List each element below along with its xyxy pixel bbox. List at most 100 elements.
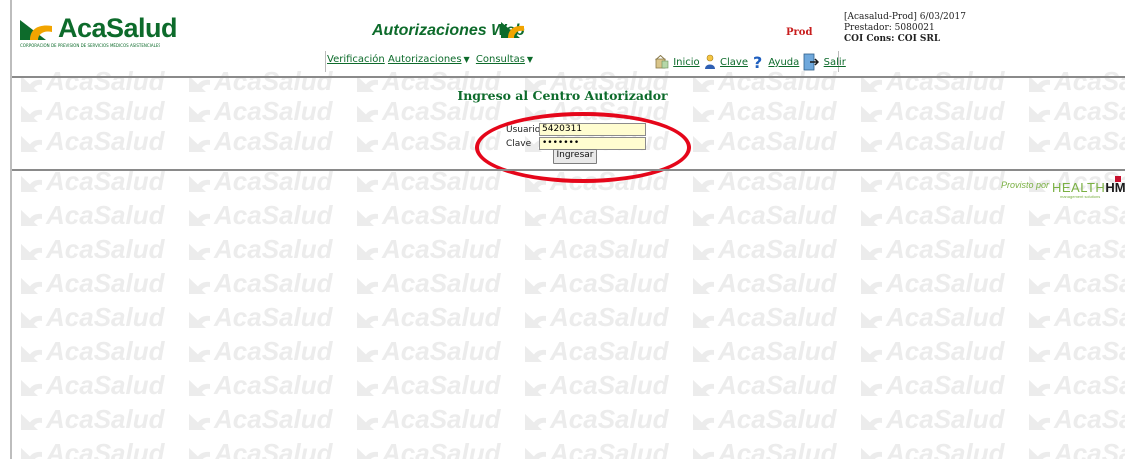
watermark-tile: AcaSalud bbox=[524, 302, 669, 333]
vendor-hms: HMS bbox=[1105, 180, 1125, 195]
watermark-logo-icon bbox=[357, 278, 378, 294]
watermark-tile: AcaSalud bbox=[20, 126, 165, 157]
watermark-tile: AcaSalud bbox=[188, 302, 333, 333]
session-info: [Acasalud-Prod] 6/03/2017 Prestador: 508… bbox=[844, 12, 966, 45]
watermark-logo-icon bbox=[189, 380, 210, 396]
app-title-logo-icon bbox=[501, 22, 524, 38]
watermark-logo-icon bbox=[861, 380, 882, 396]
caret-down-icon[interactable]: ▼ bbox=[464, 55, 470, 64]
watermark-logo-icon bbox=[1029, 380, 1050, 396]
watermark-text: AcaSalud bbox=[886, 234, 1005, 264]
watermark-tile: AcaSalud bbox=[692, 302, 837, 333]
watermark-logo-icon bbox=[21, 244, 42, 260]
watermark-logo-icon bbox=[189, 346, 210, 362]
watermark-tile: AcaSalud bbox=[356, 336, 501, 367]
watermark-logo-icon bbox=[1029, 448, 1050, 459]
watermark-text: AcaSalud bbox=[550, 404, 669, 434]
watermark-logo-icon bbox=[1029, 346, 1050, 362]
watermark-text: AcaSalud bbox=[886, 200, 1005, 230]
watermark-tile: AcaSalud bbox=[692, 370, 837, 401]
watermark-logo-icon bbox=[693, 346, 714, 362]
watermark-logo-icon bbox=[21, 312, 42, 328]
watermark-tile: AcaSalud bbox=[692, 234, 837, 265]
watermark-tile: AcaSalud bbox=[524, 370, 669, 401]
user-key-icon[interactable] bbox=[704, 54, 716, 70]
watermark-tile: AcaSalud bbox=[356, 268, 501, 299]
menu-consultas[interactable]: Consultas bbox=[476, 54, 525, 65]
watermark-text: AcaSalud bbox=[46, 302, 165, 332]
watermark-logo-icon bbox=[357, 448, 378, 459]
menu-inicio[interactable]: Inicio bbox=[673, 57, 699, 68]
watermark-text: AcaSalud bbox=[718, 234, 837, 264]
watermark-tile: AcaSalud bbox=[692, 200, 837, 231]
watermark-text: AcaSalud bbox=[550, 200, 669, 230]
watermark-text: AcaSalud bbox=[46, 126, 165, 156]
watermark-tile: AcaSalud bbox=[356, 438, 501, 459]
watermark-tile: AcaSalud bbox=[860, 370, 1005, 401]
watermark-logo-icon bbox=[693, 380, 714, 396]
watermark-logo-icon bbox=[861, 414, 882, 430]
watermark-tile: AcaSalud bbox=[692, 336, 837, 367]
watermark-tile: AcaSalud bbox=[20, 370, 165, 401]
watermark-tile: AcaSalud bbox=[356, 234, 501, 265]
watermark-tile: AcaSalud bbox=[860, 336, 1005, 367]
watermark-logo-icon bbox=[861, 278, 882, 294]
watermark-logo-icon bbox=[693, 136, 714, 152]
exit-icon[interactable] bbox=[803, 53, 820, 71]
watermark-tile: AcaSalud bbox=[1028, 302, 1125, 333]
watermark-tile: AcaSalud bbox=[1028, 200, 1125, 231]
watermark-tile: AcaSalud bbox=[356, 200, 501, 231]
watermark-tile: AcaSalud bbox=[20, 302, 165, 333]
watermark-logo-icon bbox=[189, 176, 210, 192]
brand-tagline: CORPORACIÓN DE PREVISIÓN DE SERVICIOS MÉ… bbox=[20, 43, 160, 48]
menu-ayuda[interactable]: Ayuda bbox=[768, 57, 799, 68]
watermark-logo-icon bbox=[861, 106, 882, 122]
watermark-logo-icon bbox=[861, 210, 882, 226]
watermark-logo-icon bbox=[357, 176, 378, 192]
watermark-logo-icon bbox=[21, 210, 42, 226]
watermark-tile: AcaSalud bbox=[20, 336, 165, 367]
watermark-logo-icon bbox=[525, 380, 546, 396]
watermark-text: AcaSalud bbox=[886, 370, 1005, 400]
watermark-text: AcaSalud bbox=[382, 404, 501, 434]
watermark-tile: AcaSalud bbox=[20, 200, 165, 231]
watermark-tile: AcaSalud bbox=[1028, 336, 1125, 367]
menu-verificacion[interactable]: Verificación bbox=[327, 54, 385, 65]
caret-down-icon[interactable]: ▼ bbox=[527, 55, 533, 64]
watermark-text: AcaSalud bbox=[382, 234, 501, 264]
menu-clave[interactable]: Clave bbox=[720, 57, 748, 68]
watermark-tile: AcaSalud bbox=[860, 268, 1005, 299]
watermark-logo-icon bbox=[1029, 312, 1050, 328]
watermark-tile: AcaSalud bbox=[356, 404, 501, 435]
watermark-logo-icon bbox=[1029, 210, 1050, 226]
watermark-logo-icon bbox=[21, 346, 42, 362]
watermark-logo-icon bbox=[693, 448, 714, 459]
watermark-logo-icon bbox=[357, 380, 378, 396]
watermark-logo-icon bbox=[861, 312, 882, 328]
watermark-logo-icon bbox=[525, 448, 546, 459]
watermark-logo-icon bbox=[693, 244, 714, 260]
watermark-text: AcaSalud bbox=[214, 302, 333, 332]
header: AcaSalud CORPORACIÓN DE PREVISIÓN DE SER… bbox=[12, 0, 1125, 78]
watermark-tile: AcaSalud bbox=[188, 438, 333, 459]
watermark-text: AcaSalud bbox=[1054, 234, 1125, 264]
watermark-logo-icon bbox=[1029, 136, 1050, 152]
watermark-logo-icon bbox=[21, 106, 42, 122]
watermark-text: AcaSalud bbox=[46, 370, 165, 400]
menu-salir[interactable]: Salir bbox=[824, 57, 846, 68]
menu-autorizaciones[interactable]: Autorizaciones bbox=[388, 54, 462, 65]
watermark-text: AcaSalud bbox=[382, 336, 501, 366]
prestador-line: Prestador: 5080021 bbox=[844, 23, 935, 33]
home-icon[interactable] bbox=[655, 55, 669, 69]
watermark-logo-icon bbox=[357, 244, 378, 260]
watermark-text: AcaSalud bbox=[214, 234, 333, 264]
watermark-logo-icon bbox=[357, 210, 378, 226]
watermark-logo-icon bbox=[1029, 414, 1050, 430]
watermark-text: AcaSalud bbox=[214, 438, 333, 459]
provisto-por-label: Provisto por bbox=[1001, 180, 1050, 190]
watermark-text: AcaSalud bbox=[46, 438, 165, 459]
watermark-logo-icon bbox=[1029, 106, 1050, 122]
help-icon[interactable]: ? bbox=[752, 54, 764, 70]
watermark-logo-icon bbox=[525, 278, 546, 294]
watermark-tile: AcaSalud bbox=[860, 404, 1005, 435]
